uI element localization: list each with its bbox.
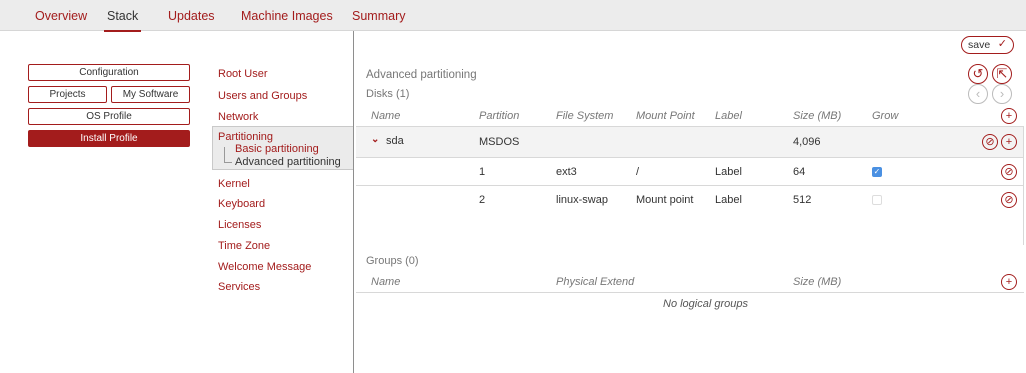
prev-icon[interactable]: ‹ xyxy=(968,84,988,104)
nav-services[interactable]: Services xyxy=(218,281,260,293)
save-button[interactable]: save ✓ xyxy=(961,36,1014,54)
tab-updates[interactable]: Updates xyxy=(168,9,215,23)
groups-header-divider xyxy=(356,292,1024,293)
partition-label: Label xyxy=(715,194,742,206)
group-col-size: Size (MB) xyxy=(793,276,842,288)
nav-advanced-partitioning[interactable]: Advanced partitioning xyxy=(235,156,341,168)
configuration-button[interactable]: Configuration xyxy=(28,64,190,81)
group-col-physical-extend: Physical Extend xyxy=(556,276,635,288)
nav-licenses[interactable]: Licenses xyxy=(218,219,261,231)
panel-divider xyxy=(353,31,354,373)
tree-connector xyxy=(224,147,225,163)
no-groups-message: No logical groups xyxy=(663,298,748,310)
remove-disk-icon[interactable]: ⊘ xyxy=(982,134,998,150)
nav-network[interactable]: Network xyxy=(218,111,258,123)
nav-users-and-groups[interactable]: Users and Groups xyxy=(218,90,307,102)
tab-machine-images[interactable]: Machine Images xyxy=(241,9,333,23)
expand-chevron-icon[interactable]: ⌄ xyxy=(371,134,379,145)
col-label: Label xyxy=(715,110,742,122)
row-divider xyxy=(356,185,1024,186)
grow-checkbox[interactable]: ✓ xyxy=(872,167,882,177)
install-profile-button[interactable]: Install Profile xyxy=(28,130,190,147)
col-partition: Partition xyxy=(479,110,520,122)
disk-size: 4,096 xyxy=(793,136,821,148)
save-check-icon: ✓ xyxy=(997,38,1007,50)
col-name: Name xyxy=(371,110,401,122)
page-heading: Advanced partitioning xyxy=(366,69,477,81)
disk-name: sda xyxy=(386,135,404,147)
export-icon[interactable]: ⇱ xyxy=(992,64,1012,84)
partition-size: 64 xyxy=(793,166,806,178)
col-mount-point: Mount Point xyxy=(636,110,695,122)
col-file-system: File System xyxy=(556,110,614,122)
partition-size: 512 xyxy=(793,194,812,206)
grow-checkbox[interactable] xyxy=(872,195,882,205)
os-profile-button[interactable]: OS Profile xyxy=(28,108,190,125)
tab-stack[interactable]: Stack xyxy=(103,9,142,32)
remove-partition-icon[interactable]: ⊘ xyxy=(1001,192,1017,208)
nav-keyboard[interactable]: Keyboard xyxy=(218,198,265,210)
undo-icon[interactable]: ↺ xyxy=(968,64,988,84)
groups-label: Groups (0) xyxy=(366,255,419,267)
tree-connector-branch xyxy=(224,162,232,163)
table-right-border xyxy=(1023,127,1024,245)
remove-partition-icon[interactable]: ⊘ xyxy=(1001,164,1017,180)
col-size: Size (MB) xyxy=(793,110,842,122)
partition-fs: linux-swap xyxy=(556,194,608,206)
row-divider xyxy=(356,157,1024,158)
col-grow: Grow xyxy=(872,110,899,122)
disks-label: Disks (1) xyxy=(366,88,410,100)
nav-root-user[interactable]: Root User xyxy=(218,68,268,80)
disk-row xyxy=(356,127,1024,157)
partition-label: Label xyxy=(715,166,742,178)
group-col-name: Name xyxy=(371,276,401,288)
add-disk-partition-icon[interactable]: + xyxy=(1001,134,1017,150)
projects-button[interactable]: Projects xyxy=(28,86,107,103)
top-tab-bar: Overview Stack Updates Machine Images Su… xyxy=(0,0,1026,32)
nav-basic-partitioning[interactable]: Basic partitioning xyxy=(235,143,319,155)
partition-fs: ext3 xyxy=(556,166,577,178)
add-partition-icon[interactable]: + xyxy=(1001,108,1017,124)
my-software-button[interactable]: My Software xyxy=(111,86,190,103)
tab-overview[interactable]: Overview xyxy=(35,9,87,23)
nav-kernel[interactable]: Kernel xyxy=(218,178,250,190)
tab-summary[interactable]: Summary xyxy=(352,9,405,23)
nav-welcome-message[interactable]: Welcome Message xyxy=(218,261,311,273)
partition-number: 2 xyxy=(479,194,486,206)
partition-mount: / xyxy=(636,166,640,178)
partition-mount: Mount point xyxy=(636,194,694,206)
add-group-icon[interactable]: + xyxy=(1001,274,1017,290)
partition-number: 1 xyxy=(479,166,486,178)
nav-time-zone[interactable]: Time Zone xyxy=(218,240,270,252)
next-icon[interactable]: › xyxy=(992,84,1012,104)
save-label: save xyxy=(968,39,991,51)
nav-partitioning-group: Partitioning Basic partitioning Advanced… xyxy=(212,126,353,170)
nav-partitioning[interactable]: Partitioning xyxy=(218,131,273,143)
disk-partition-type: MSDOS xyxy=(479,136,520,148)
